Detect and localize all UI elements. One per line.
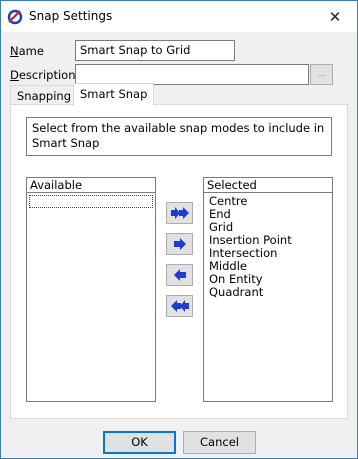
available-list-header: Available: [27, 178, 155, 193]
double-arrow-right-icon: [170, 207, 189, 219]
instructions-text: Select from the available snap modes to …: [26, 117, 332, 156]
close-button[interactable]: ✕: [313, 1, 357, 32]
selected-items: Centre End Grid Insertion Point Intersec…: [204, 193, 332, 299]
window-title: Snap Settings: [29, 9, 113, 23]
add-all-button[interactable]: [166, 202, 193, 224]
title-bar: Snap Settings ✕: [1, 1, 357, 32]
name-field[interactable]: Smart Snap to Grid: [75, 40, 235, 61]
tab-snapping[interactable]: Snapping: [10, 85, 79, 106]
available-list[interactable]: Available: [26, 177, 156, 402]
app-logo-icon: [7, 9, 23, 25]
cancel-button[interactable]: Cancel: [183, 431, 256, 454]
remove-all-button[interactable]: [166, 295, 193, 317]
ellipsis-icon: ...: [317, 69, 326, 79]
available-focus-row[interactable]: [29, 195, 153, 208]
description-browse-button[interactable]: ...: [310, 64, 333, 85]
ok-button[interactable]: OK: [103, 431, 176, 454]
selected-list-header: Selected: [204, 178, 332, 193]
description-label: Description: [10, 68, 76, 82]
remove-button[interactable]: [166, 264, 193, 286]
add-button[interactable]: [166, 233, 193, 255]
arrow-right-icon: [173, 238, 186, 250]
snap-settings-dialog: Snap Settings ✕ Name Smart Snap to Grid …: [0, 0, 358, 459]
close-icon: ✕: [328, 7, 342, 26]
smart-snap-panel: Select from the available snap modes to …: [10, 104, 348, 419]
double-arrow-left-icon: [170, 300, 189, 312]
selected-list[interactable]: Selected Centre End Grid Insertion Point…: [203, 177, 333, 402]
description-field[interactable]: [75, 64, 309, 85]
list-item[interactable]: Quadrant: [204, 286, 332, 299]
name-label: Name: [10, 44, 44, 58]
arrow-left-icon: [173, 269, 186, 281]
tab-smart-snap[interactable]: Smart Snap: [73, 83, 155, 106]
